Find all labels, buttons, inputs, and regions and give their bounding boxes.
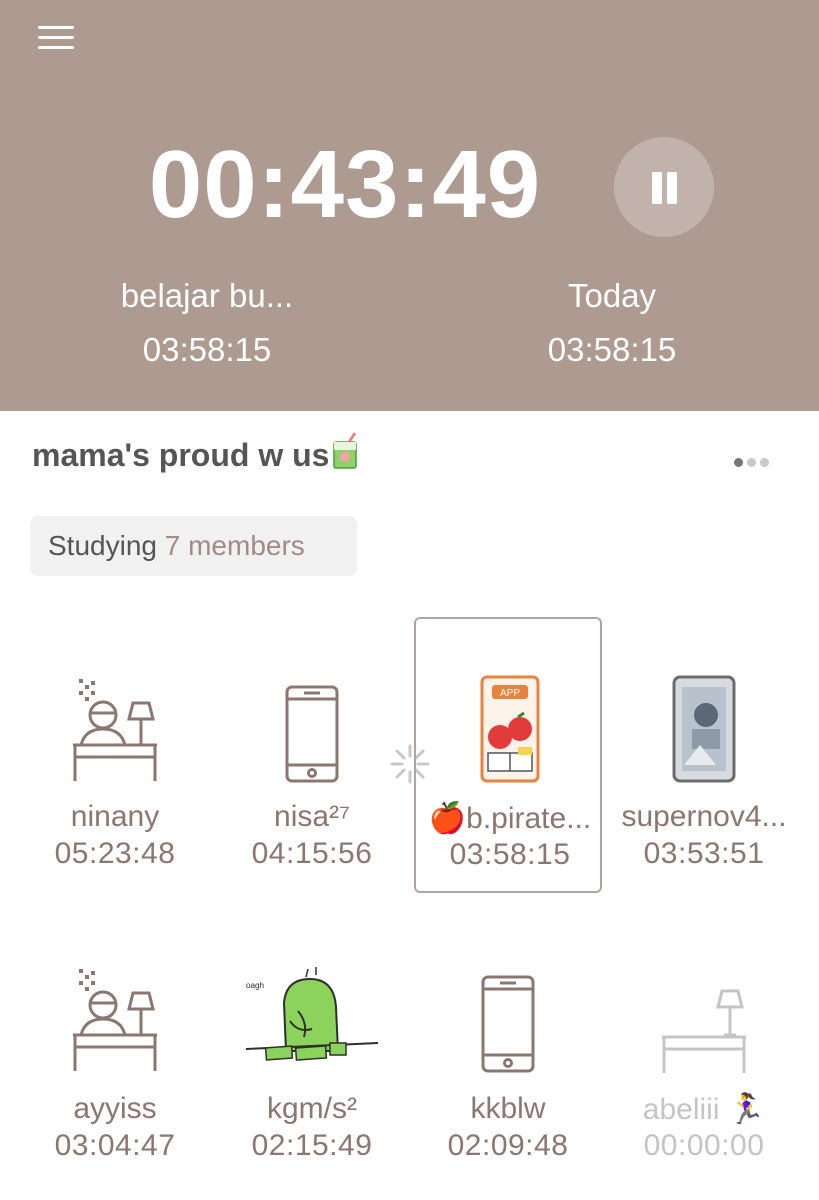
member-time: 03:04:47 xyxy=(54,1129,176,1162)
member-card-kkblw[interactable]: kkblw 02:09:48 xyxy=(408,955,608,1185)
group-title: mama's proud w us xyxy=(32,432,361,478)
subject-time: 03:58:15 xyxy=(142,331,272,368)
member-card-ayyiss[interactable]: ayyiss 03:04:47 xyxy=(15,955,215,1185)
member-time: 03:58:15 xyxy=(449,838,571,871)
svg-text:ᵒᵃᵍʰ: ᵒᵃᵍʰ xyxy=(246,980,265,994)
member-time: 02:09:48 xyxy=(447,1129,569,1162)
member-name: ninany xyxy=(70,800,160,833)
member-time: 00:00:00 xyxy=(643,1129,765,1162)
pause-button[interactable] xyxy=(614,137,714,237)
subject-label: belajar bu... xyxy=(120,277,294,314)
member-time: 03:53:51 xyxy=(643,837,765,870)
member-card-supernov[interactable]: supernov4... 03:53:51 xyxy=(604,665,804,895)
group-title-text: mama's proud w us xyxy=(32,437,330,473)
member-name: ayyiss xyxy=(73,1092,157,1125)
member-name: abeliii 🏃‍♀️ xyxy=(642,1093,766,1126)
member-name: kkblw xyxy=(470,1092,546,1125)
member-time: 02:15:49 xyxy=(251,1129,373,1162)
status-label: Studying xyxy=(48,530,157,561)
member-card-abeliii[interactable]: abeliii 🏃‍♀️ 00:00:00 xyxy=(604,955,804,1185)
member-name: kgm/s² xyxy=(267,1092,357,1125)
member-card-nisa[interactable]: nisa²⁷ 04:15:56 xyxy=(212,665,412,895)
pause-icon xyxy=(652,172,662,204)
space-phone-icon xyxy=(654,675,754,795)
empty-desk-icon xyxy=(654,985,754,1105)
app-phone-icon: APP xyxy=(460,675,560,795)
member-card-kgm[interactable]: ᵒᵃᵍʰ kgm/s² 02:15:49 xyxy=(212,955,412,1185)
svg-text:APP: APP xyxy=(500,688,520,699)
studying-filter-chip[interactable]: Studying 7 members xyxy=(30,516,357,576)
member-card-bpirate[interactable]: APP 🍎b.pirate... 03:58:15 xyxy=(414,617,602,893)
phone-icon xyxy=(262,685,362,805)
studying-desk-icon xyxy=(65,967,165,1087)
phone-icon xyxy=(458,975,558,1095)
member-time: 04:15:56 xyxy=(251,837,373,870)
juice-box-icon xyxy=(331,432,361,478)
member-name: nisa²⁷ xyxy=(274,800,350,833)
member-count: 7 members xyxy=(164,530,305,561)
member-card-ninany[interactable]: ninany 05:23:48 xyxy=(15,665,215,895)
session-timer: 00:43:49 xyxy=(148,131,542,238)
menu-icon[interactable] xyxy=(38,26,74,50)
today-time: 03:58:15 xyxy=(547,331,677,368)
studying-desk-icon xyxy=(65,677,165,797)
member-name: 🍎b.pirate... xyxy=(428,802,592,835)
timer-header: 00:43:49 belajar bu... 03:58:15 Today 03… xyxy=(0,0,819,411)
member-name: supernov4... xyxy=(621,800,787,833)
today-label: Today xyxy=(567,277,657,314)
more-options-icon[interactable] xyxy=(734,454,788,474)
green-studying-character: ᵒᵃᵍʰ xyxy=(242,963,382,1083)
member-time: 05:23:48 xyxy=(54,837,176,870)
